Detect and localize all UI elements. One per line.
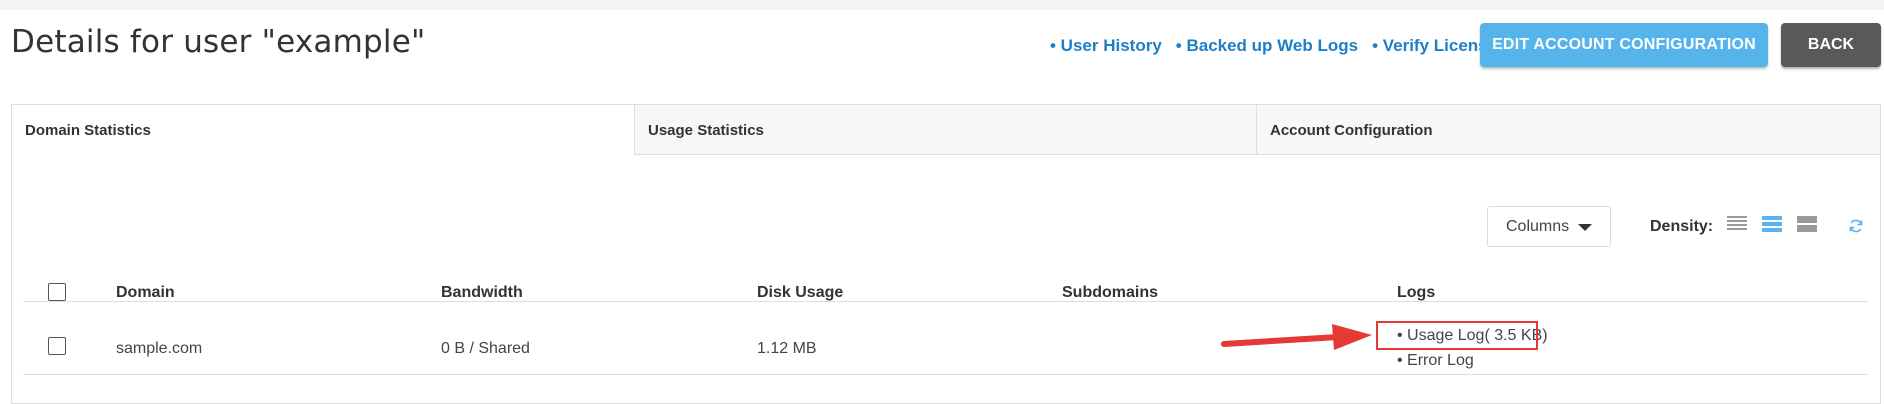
tab-bar: Domain Statistics Usage Statistics Accou… — [12, 105, 1880, 155]
column-header-disk-usage[interactable]: Disk Usage — [757, 284, 843, 302]
columns-dropdown[interactable]: Columns — [1487, 206, 1611, 247]
select-all-checkbox[interactable] — [48, 283, 66, 301]
density-compact-icon[interactable] — [1727, 216, 1747, 234]
column-header-logs[interactable]: Logs — [1397, 284, 1435, 302]
columns-label: Columns — [1506, 218, 1570, 235]
tab-usage-statistics[interactable]: Usage Statistics — [634, 105, 1256, 155]
annotation-arrow-icon — [1221, 324, 1372, 350]
table-header: Domain Bandwidth Disk Usage Subdomains L… — [23, 251, 1868, 302]
row-checkbox[interactable] — [48, 337, 66, 355]
annotation-highlight-box — [1376, 321, 1538, 350]
verify-license-link[interactable]: • Verify License — [1372, 36, 1497, 56]
density-standard-icon[interactable] — [1762, 216, 1782, 234]
chevron-down-icon — [1578, 224, 1592, 231]
top-strip — [0, 0, 1884, 10]
table-row: sample.com 0 B / Shared 1.12 MB • Usage … — [23, 302, 1868, 375]
tab-account-configuration[interactable]: Account Configuration — [1256, 105, 1880, 155]
column-header-subdomains[interactable]: Subdomains — [1062, 284, 1158, 302]
stats-panel: Domain Statistics Usage Statistics Accou… — [11, 104, 1881, 404]
density-comfortable-icon[interactable] — [1797, 216, 1817, 234]
backed-up-web-logs-link[interactable]: • Backed up Web Logs — [1176, 36, 1358, 56]
page-title: Details for user "example" — [11, 24, 426, 60]
header-links: • User History • Backed up Web Logs • Ve… — [1050, 36, 1511, 56]
edit-account-configuration-button[interactable]: EDIT ACCOUNT CONFIGURATION — [1480, 23, 1768, 67]
error-log-link[interactable]: • Error Log — [1397, 352, 1474, 370]
bandwidth-cell: 0 B / Shared — [441, 340, 530, 357]
column-header-domain[interactable]: Domain — [116, 284, 175, 302]
user-history-link[interactable]: • User History — [1050, 36, 1162, 56]
disk-usage-cell: 1.12 MB — [757, 340, 817, 357]
domain-cell[interactable]: sample.com — [116, 340, 202, 358]
back-button[interactable]: BACK — [1781, 23, 1881, 67]
density-label: Density: — [1650, 218, 1714, 235]
column-header-bandwidth[interactable]: Bandwidth — [441, 284, 523, 302]
tab-domain-statistics[interactable]: Domain Statistics — [12, 105, 634, 155]
refresh-icon[interactable] — [1848, 218, 1864, 234]
